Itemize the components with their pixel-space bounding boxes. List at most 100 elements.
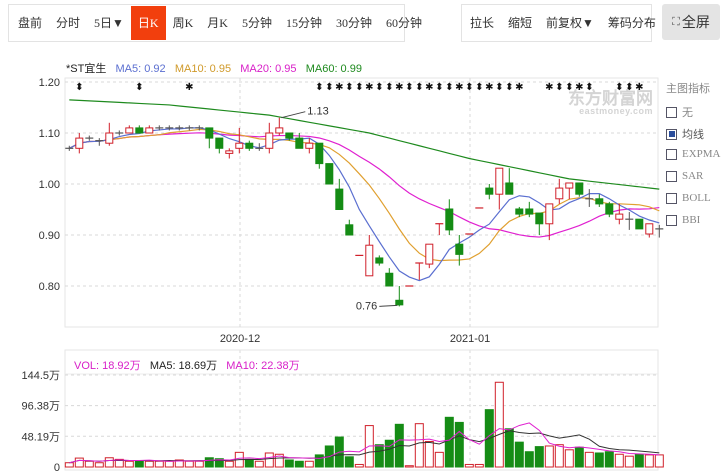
- indicator-panel-title: 主图指标: [666, 83, 710, 95]
- volume-bar: [494, 381, 504, 468]
- candle-body: [505, 182, 514, 195]
- candle-body: [635, 218, 644, 230]
- annotation-arrow: [281, 111, 306, 119]
- checkbox-icon[interactable]: [666, 170, 677, 182]
- candle-body: [225, 150, 234, 154]
- volume-bar: [124, 460, 134, 468]
- candle-body: [455, 243, 464, 255]
- volume-bar: [434, 451, 444, 468]
- candle-body: [575, 182, 584, 195]
- candle-body: [645, 223, 654, 235]
- volume-bar: [584, 451, 594, 468]
- candle-body: [235, 142, 244, 149]
- candle-body: [325, 163, 334, 185]
- volume-bar: [244, 458, 254, 468]
- event-marker-icon: ✱: [425, 82, 433, 93]
- indicator-option-1[interactable]: 均线: [666, 126, 704, 142]
- event-marker-icon: ⬍: [405, 82, 413, 93]
- volume-bar: [154, 460, 164, 468]
- watermark-logo: 东方财富网 eastmoney.com: [568, 89, 653, 116]
- indicator-label: SAR: [682, 170, 704, 182]
- event-marker-icon: ⬍: [465, 82, 473, 93]
- indicator-option-5[interactable]: BBI: [666, 214, 700, 226]
- event-marker-icon: ⬍: [75, 82, 83, 93]
- volume-bar: [104, 457, 114, 468]
- indicator-option-3[interactable]: SAR: [666, 170, 703, 182]
- volume-bar: [514, 441, 524, 468]
- event-marker-icon: ✱: [485, 82, 493, 93]
- candle-body: [445, 208, 454, 231]
- checkbox-icon[interactable]: [666, 128, 677, 140]
- candle-body: [205, 127, 214, 139]
- candle-body: [495, 167, 504, 195]
- volume-bar: [654, 454, 664, 468]
- vol-value: VOL: 18.92万: [74, 360, 141, 372]
- checkbox-icon[interactable]: [666, 192, 677, 204]
- event-marker-icon: ⬍: [505, 82, 513, 93]
- kline-chart[interactable]: 1.201.101.000.900.802020-12 2021-01⬍ ⬍ ✱ ⬍ ⬍ ✱…: [0, 0, 723, 476]
- checkbox-icon[interactable]: [666, 214, 677, 226]
- volume-bar: [344, 456, 354, 468]
- candle-body: [245, 142, 254, 149]
- event-marker-icon: ⬍: [385, 82, 393, 93]
- volume-bar: [454, 421, 464, 468]
- event-marker-icon: ⬍: [445, 82, 453, 93]
- indicator-option-0[interactable]: 无: [666, 104, 693, 120]
- event-marker-icon: ✱: [365, 82, 373, 93]
- candle-body: [135, 127, 144, 134]
- volume-tick-label: 96.38万: [21, 401, 60, 413]
- volume-bar: [304, 460, 314, 468]
- price-tick-label: 0.90: [39, 230, 60, 242]
- event-marker-icon: ⬍: [475, 82, 483, 93]
- indicator-label: BBI: [682, 214, 701, 226]
- candle-body: [555, 187, 564, 200]
- volume-bar: [84, 460, 94, 468]
- candle-body: [565, 182, 574, 189]
- volume-bar: [134, 460, 144, 468]
- indicator-option-4[interactable]: BOLL: [666, 192, 711, 204]
- volume-bar: [534, 446, 544, 468]
- volume-bar: [414, 423, 424, 468]
- indicator-label: EXPMA: [682, 148, 721, 160]
- event-marker-icon: ⬍: [435, 82, 443, 93]
- indicator-label: BOLL: [682, 192, 711, 204]
- candle-body: [385, 272, 394, 287]
- price-tick-label: 1.10: [39, 128, 60, 140]
- candle-body: [335, 188, 344, 211]
- vol-ma10-value: MA10: 22.38万: [226, 360, 300, 372]
- annotation-label: 1.13: [307, 106, 328, 118]
- volume-bar: [374, 444, 384, 468]
- volume-bar: [164, 460, 174, 468]
- volume-bar: [464, 463, 474, 468]
- candle-body: [595, 198, 604, 205]
- candle-body: [345, 224, 354, 236]
- volume-bar: [94, 462, 104, 468]
- candle-body: [105, 132, 114, 144]
- volume-tick-label: 0: [54, 462, 60, 474]
- event-marker-icon: ⬍: [495, 82, 503, 93]
- event-marker-icon: ⬍: [325, 82, 333, 93]
- volume-bar: [254, 460, 264, 468]
- candle-body: [395, 299, 404, 306]
- indicator-option-2[interactable]: EXPMA: [666, 148, 721, 160]
- candle-body: [305, 142, 314, 149]
- volume-bar: [264, 452, 274, 468]
- candle-body: [365, 244, 374, 277]
- event-marker-icon: ⬍: [355, 82, 363, 93]
- price-tick-label: 0.80: [39, 281, 60, 293]
- candle-body: [515, 208, 524, 215]
- candle-body: [215, 137, 224, 149]
- volume-bar: [544, 445, 554, 468]
- candle-body: [275, 127, 284, 134]
- event-marker-icon: ⬍: [315, 82, 323, 93]
- event-marker-icon: ✱: [515, 82, 523, 93]
- candle-body: [485, 187, 494, 195]
- candle-body: [125, 127, 134, 134]
- indicator-label: 无: [682, 107, 693, 119]
- checkbox-icon[interactable]: [666, 148, 677, 160]
- candle-body: [535, 212, 544, 225]
- checkbox-icon[interactable]: [666, 106, 677, 118]
- volume-bar: [224, 460, 234, 468]
- volume-bar: [564, 449, 574, 468]
- volume-bar: [64, 462, 74, 468]
